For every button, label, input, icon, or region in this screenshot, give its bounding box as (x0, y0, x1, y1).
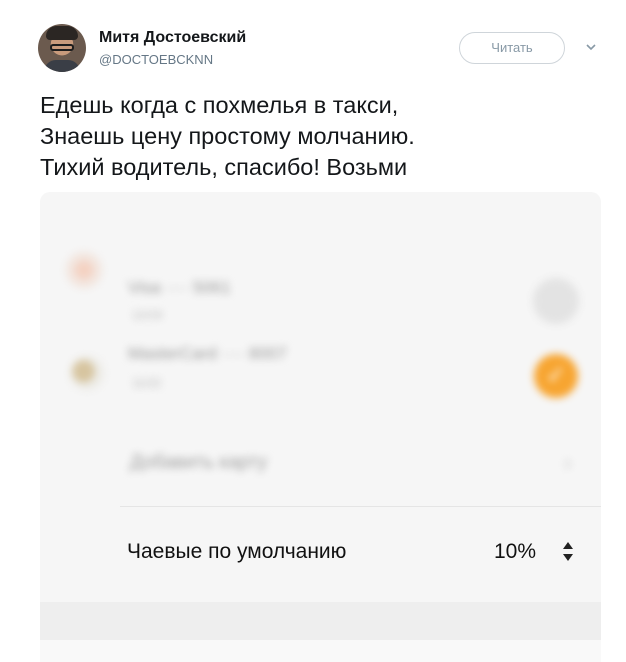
stepper-icon (560, 539, 576, 565)
add-card-label: Добавить карту (130, 452, 268, 473)
avatar[interactable] (38, 24, 86, 72)
next-section (40, 640, 601, 662)
tip-value: 10% (494, 540, 537, 563)
payment-card-row: Visa ···· 5061 12/19 (40, 220, 601, 324)
tweet-text: Едешь когда с похмелья в такси, Знаешь ц… (40, 90, 600, 183)
visa-icon (66, 252, 102, 288)
tweet-media-screenshot[interactable]: Visa ···· 5061 12/19 MasterCard ···· 800… (40, 192, 601, 662)
divider (120, 506, 601, 507)
radio-unselected-icon (533, 278, 579, 324)
card-title: Visa ···· 5061 (128, 278, 231, 297)
add-card-row: Добавить карту › (40, 430, 601, 500)
follow-button[interactable]: Читать (459, 32, 565, 64)
author-name[interactable]: Митя Достоевский (99, 29, 246, 47)
tweet-text-line: Едешь когда с похмелья в такси, (40, 92, 399, 118)
default-tip-row: Чаевые по умолчанию 10% (40, 532, 601, 582)
tip-label: Чаевые по умолчанию (127, 540, 347, 563)
section-separator (40, 602, 601, 640)
chevron-right-icon: › (564, 450, 572, 475)
check-selected-icon: ✓ (534, 354, 578, 398)
tweet-text-line: Тихий водитель, спасибо! Возьми (40, 154, 408, 180)
tweet-text-line: Знаешь цену простому молчанию. (40, 123, 415, 149)
chevron-down-icon[interactable] (584, 40, 598, 54)
mastercard-icon (70, 356, 104, 390)
payment-card-row: MasterCard ···· 8007 11/22 ✓ (40, 320, 601, 416)
author-handle[interactable]: @DOCTOEBCKNN (99, 52, 213, 67)
card-title: MasterCard ···· 8007 (128, 344, 287, 363)
tweet-header: Митя Достоевский @DOCTOEBCKNN Читать (38, 24, 596, 74)
card-expiry: 11/22 (132, 376, 162, 390)
